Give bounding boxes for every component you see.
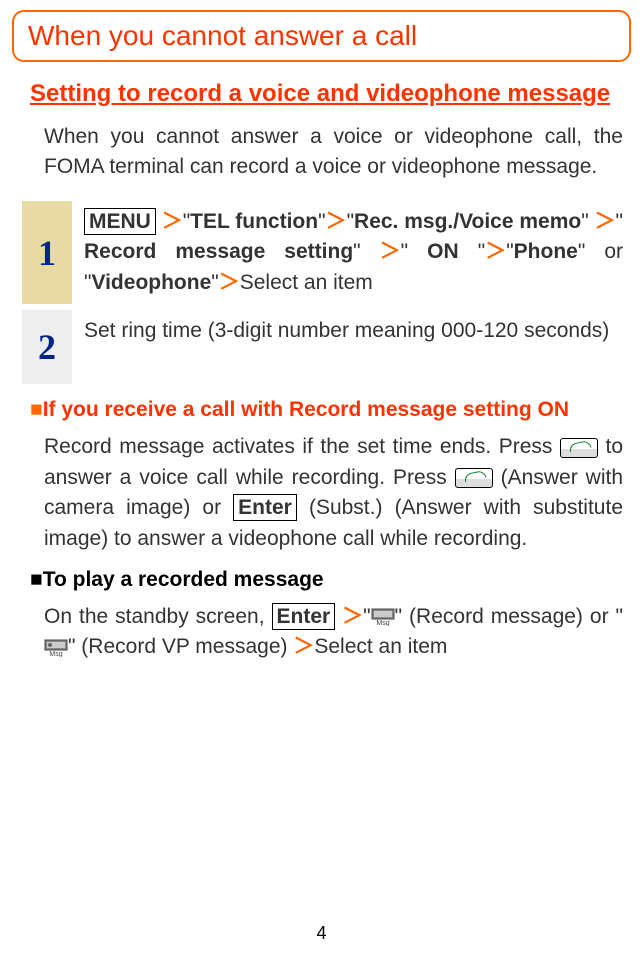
arrow-icon: ＞ xyxy=(326,210,347,233)
quote: " xyxy=(363,605,370,628)
rec-vp-text: (Record VP message) xyxy=(75,635,293,658)
sub1-text-a: Record message activates if the set time… xyxy=(44,435,560,458)
call-key-icon xyxy=(560,438,598,458)
sub-heading-1: ■If you receive a call with Record messa… xyxy=(30,398,631,422)
sub-heading-1-text: If you receive a call with Record messag… xyxy=(43,398,569,421)
svg-text:Msg: Msg xyxy=(376,620,389,626)
select-item-text: Select an item xyxy=(240,271,373,294)
square-bullet-icon: ■ xyxy=(30,398,43,421)
quote: " xyxy=(347,210,354,233)
step-2-row: 2 Set ring time (3-digit number meaning … xyxy=(22,310,631,384)
arrow-icon: ＞ xyxy=(595,210,616,233)
square-bullet-icon: ■ xyxy=(30,568,43,591)
page-title: When you cannot answer a call xyxy=(28,20,615,52)
quote: " xyxy=(353,240,360,263)
sub-body-1: Record message activates if the set time… xyxy=(44,432,623,554)
menu-key: MENU xyxy=(84,208,156,235)
quote: " xyxy=(616,210,623,233)
section-heading: Setting to record a voice and videophone… xyxy=(30,80,631,108)
select-item-text: Select an item xyxy=(314,635,447,658)
arrow-icon: ＞ xyxy=(219,271,240,294)
arrow-icon: ＞ xyxy=(162,210,183,233)
quote: " xyxy=(395,605,402,628)
call-key-icon xyxy=(455,468,493,488)
record-msg-setting-label: Record message setting xyxy=(84,240,353,263)
svg-text:Msg: Msg xyxy=(49,651,62,657)
rec-msg-label: Rec. msg./Voice memo xyxy=(354,210,581,233)
record-message-icon: Msg xyxy=(371,608,395,626)
arrow-icon: ＞ xyxy=(485,240,506,263)
step-2-body: Set ring time (3-digit number meaning 00… xyxy=(72,310,617,384)
page-number: 4 xyxy=(0,923,643,944)
enter-key: Enter xyxy=(272,603,336,630)
on-label: ON xyxy=(408,240,478,263)
sub2-text-a: On the standby screen, xyxy=(44,605,272,628)
rec-msg-text: (Record message) or xyxy=(402,605,615,628)
quote: " xyxy=(211,271,218,294)
intro-paragraph: When you cannot answer a voice or videop… xyxy=(44,122,623,183)
enter-key: Enter xyxy=(233,494,297,521)
quote: " xyxy=(506,240,513,263)
sub-heading-2: ■To play a recorded message xyxy=(30,568,631,592)
arrow-icon: ＞ xyxy=(293,635,314,658)
step-1-row: 1 MENU ＞"TEL function"＞"Rec. msg./Voice … xyxy=(22,201,631,304)
tel-function-label: TEL function xyxy=(190,210,318,233)
phone-label: Phone xyxy=(514,240,578,263)
title-box: When you cannot answer a call xyxy=(12,10,631,62)
videophone-label: Videophone xyxy=(91,271,211,294)
or-text: or xyxy=(585,240,623,263)
arrow-icon: ＞ xyxy=(335,605,363,628)
sub-body-2: On the standby screen, Enter ＞"Msg" (Rec… xyxy=(44,602,623,663)
sub-heading-2-text: To play a recorded message xyxy=(43,568,324,591)
step-number-1: 1 xyxy=(22,201,72,304)
step-number-2: 2 xyxy=(22,310,72,384)
quote: " xyxy=(581,210,588,233)
quote: " xyxy=(318,210,325,233)
quote: " xyxy=(616,605,623,628)
arrow-icon: ＞ xyxy=(380,240,401,263)
step-1-body: MENU ＞"TEL function"＞"Rec. msg./Voice me… xyxy=(72,201,631,304)
record-vp-message-icon: Msg xyxy=(44,639,68,657)
